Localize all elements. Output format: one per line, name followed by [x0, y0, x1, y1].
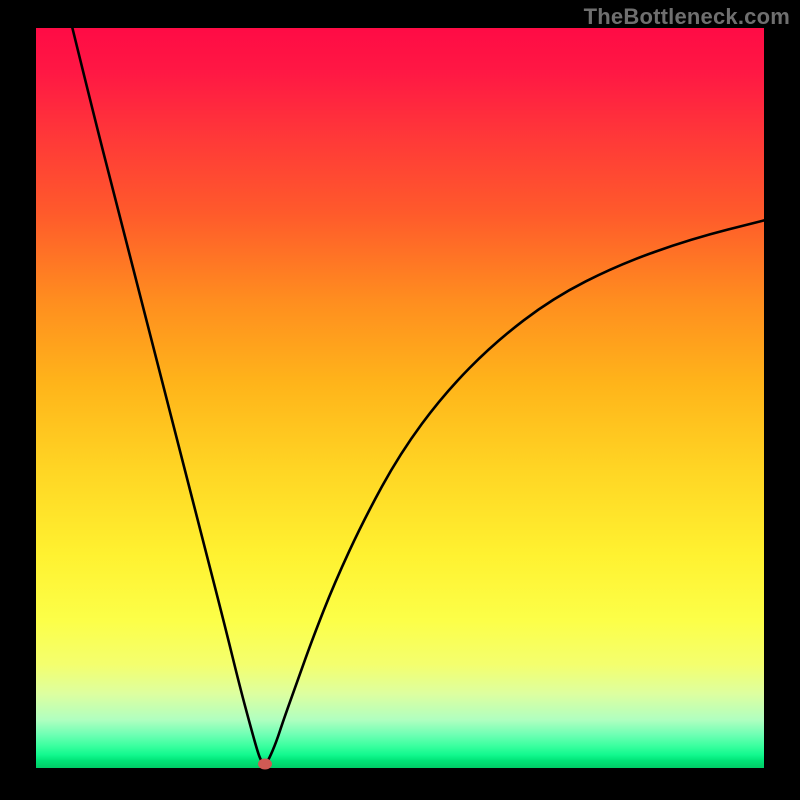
minimum-marker — [258, 759, 272, 770]
chart-frame: TheBottleneck.com — [0, 0, 800, 800]
curve-svg — [36, 28, 764, 768]
watermark-text: TheBottleneck.com — [584, 4, 790, 30]
bottleneck-curve — [72, 28, 764, 764]
plot-area — [36, 28, 764, 768]
